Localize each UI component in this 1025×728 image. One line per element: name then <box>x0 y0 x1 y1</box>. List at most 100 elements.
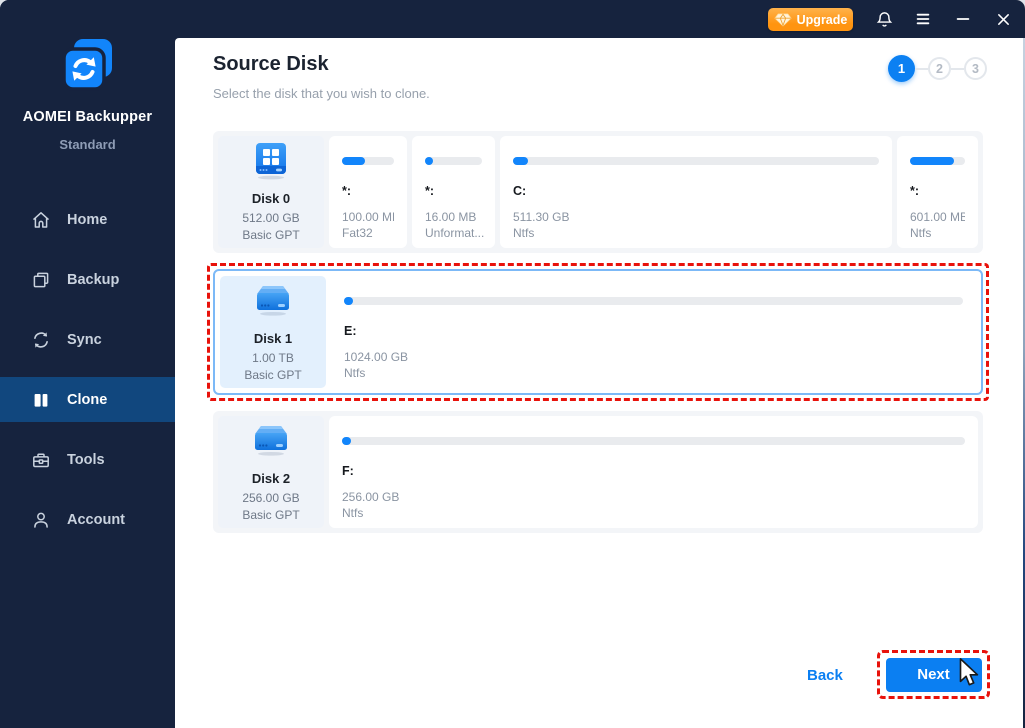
partition-card[interactable]: E: 1024.00 GBNtfs <box>331 276 976 388</box>
sidebar-item-label: Home <box>67 212 107 228</box>
next-button-annotation: Next <box>877 650 990 699</box>
partition-usage-fill <box>342 437 351 445</box>
partition-label: E: <box>344 324 963 338</box>
app-name: AOMEI Backupper <box>0 109 175 125</box>
partition-size: 256.00 GB <box>342 489 965 505</box>
bell-icon <box>875 10 894 29</box>
minimize-button[interactable] <box>948 0 978 38</box>
disk-meta: 1.00 TBBasic GPT <box>244 350 301 384</box>
disk-row-disk-0[interactable]: Disk 0 512.00 GBBasic GPT *:100.00 MBFat32… <box>213 131 983 253</box>
system-disk-icon <box>249 141 293 186</box>
partition-label: C: <box>513 184 879 198</box>
partition-usage-fill <box>910 157 954 165</box>
app-window: AOMEI Backupper Standard Home Backup Sync C… <box>0 0 1025 728</box>
partition-list: E: 1024.00 GBNtfs <box>331 276 976 388</box>
step-connector <box>951 68 964 70</box>
disk-info: Disk 1 1.00 TBBasic GPT <box>220 276 326 388</box>
partition-card[interactable]: F: 256.00 GBNtfs <box>329 416 978 528</box>
partition-usage-bar <box>425 157 482 165</box>
step-2: 2 <box>928 57 951 80</box>
upgrade-button[interactable]: Upgrade <box>768 8 853 31</box>
upgrade-label: Upgrade <box>797 13 848 27</box>
partition-filesystem: Unformat... <box>425 225 482 241</box>
close-icon <box>995 11 1012 28</box>
partition-usage-bar <box>342 437 965 445</box>
partition-filesystem: Ntfs <box>910 225 965 241</box>
disk-info: Disk 0 512.00 GBBasic GPT <box>218 136 324 248</box>
sidebar-item-label: Tools <box>67 452 105 468</box>
partition-size: 1024.00 GB <box>344 349 963 365</box>
page-title: Source Disk <box>213 53 430 76</box>
sidebar-item-sync[interactable]: Sync <box>0 317 175 362</box>
main-panel: Source Disk Select the disk that you wis… <box>175 38 1025 728</box>
sidebar-item-label: Backup <box>67 272 119 288</box>
partition-label: *: <box>910 184 965 198</box>
step-1: 1 <box>888 55 915 82</box>
app-edition: Standard <box>0 137 175 152</box>
disk-list: Disk 0 512.00 GBBasic GPT *:100.00 MBFat32… <box>213 131 983 549</box>
backup-icon <box>31 270 51 290</box>
sidebar-item-account[interactable]: Account <box>0 497 175 542</box>
gem-icon <box>774 13 792 27</box>
disk-meta: 512.00 GBBasic GPT <box>242 210 299 244</box>
topbar: Upgrade <box>175 0 1025 38</box>
disk-row-disk-2[interactable]: Disk 2256.00 GBBasic GPT F: 256.00 GBNtfs <box>213 411 983 533</box>
disk-info: Disk 2256.00 GBBasic GPT <box>218 416 324 528</box>
disk-name: Disk 1 <box>254 331 292 346</box>
sync-icon <box>31 330 51 350</box>
partition-filesystem: Ntfs <box>344 365 963 381</box>
disk-row-disk-1[interactable]: Disk 1 1.00 TBBasic GPT E: 1024.00 GBNtfs <box>213 269 983 395</box>
partition-size: 511.30 GB <box>513 209 879 225</box>
partition-card[interactable]: *:16.00 MBUnformat... <box>412 136 495 248</box>
partition-filesystem: Ntfs <box>342 505 965 521</box>
page-header: Source Disk Select the disk that you wis… <box>213 53 430 101</box>
sidebar: AOMEI Backupper Standard Home Backup Sync C… <box>0 0 175 728</box>
sidebar-item-label: Account <box>67 512 125 528</box>
partition-label: F: <box>342 464 965 478</box>
sidebar-item-label: Sync <box>67 332 102 348</box>
partition-label: *: <box>425 184 482 198</box>
page-subtitle: Select the disk that you wish to clone. <box>213 86 430 101</box>
disk-meta: 256.00 GBBasic GPT <box>242 490 299 524</box>
step-3: 3 <box>964 57 987 80</box>
step-indicator: 123 <box>888 55 987 82</box>
next-button[interactable]: Next <box>886 658 982 692</box>
partition-card[interactable]: *: 601.00 MBNtfs <box>897 136 978 248</box>
sidebar-item-tools[interactable]: Tools <box>0 437 175 482</box>
main-menu-icon <box>914 10 932 28</box>
partition-usage-bar <box>344 297 963 305</box>
partition-filesystem: Ntfs <box>513 225 879 241</box>
partition-usage-fill <box>425 157 433 165</box>
back-button[interactable]: Back <box>807 667 843 684</box>
partition-label: *: <box>342 184 394 198</box>
sidebar-item-label: Clone <box>67 392 107 408</box>
notifications-button[interactable] <box>869 0 899 38</box>
sidebar-item-home[interactable]: Home <box>0 197 175 242</box>
sidebar-item-clone[interactable]: Clone <box>0 377 175 422</box>
sidebar-nav: Home Backup Sync Clone Tools Account <box>0 197 175 557</box>
partition-list: *:100.00 MBFat32*:16.00 MBUnformat... C: 5… <box>329 136 978 248</box>
partition-usage-fill <box>513 157 528 165</box>
clone-icon <box>31 390 51 410</box>
app-logo-icon <box>0 34 175 96</box>
partition-usage-bar <box>342 157 394 165</box>
partition-card[interactable]: *:100.00 MBFat32 <box>329 136 407 248</box>
main-menu-button[interactable] <box>908 0 938 38</box>
partition-filesystem: Fat32 <box>342 225 394 241</box>
partition-usage-bar <box>910 157 965 165</box>
partition-usage-fill <box>342 157 365 165</box>
close-button[interactable] <box>988 0 1018 38</box>
partition-list: F: 256.00 GBNtfs <box>329 416 978 528</box>
account-icon <box>31 510 51 530</box>
home-icon <box>31 210 51 230</box>
sidebar-item-backup[interactable]: Backup <box>0 257 175 302</box>
minimize-icon <box>954 10 972 28</box>
partition-usage-bar <box>513 157 879 165</box>
partition-size: 601.00 MB <box>910 209 965 225</box>
partition-card[interactable]: C: 511.30 GBNtfs <box>500 136 892 248</box>
disk-name: Disk 0 <box>252 191 290 206</box>
basic-disk-icon <box>249 421 293 466</box>
tools-icon <box>31 450 51 470</box>
basic-disk-icon <box>251 281 295 326</box>
step-connector <box>915 68 928 70</box>
